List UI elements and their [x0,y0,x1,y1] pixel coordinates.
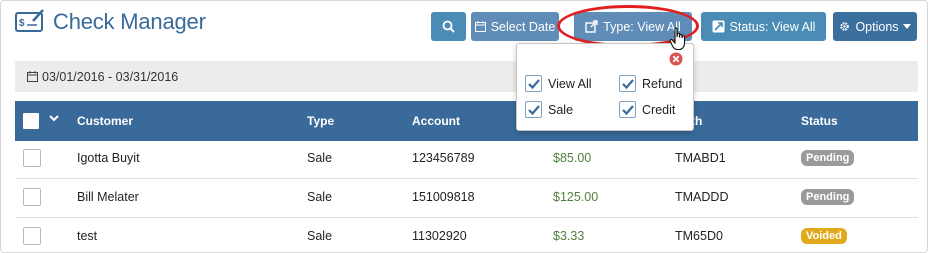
customer-cell: Igotta Buyit [77,151,140,165]
auth-cell: TM65D0 [675,229,723,243]
table-header: Customer Type Account Auth Status [15,101,918,141]
checkmark-icon [622,79,634,90]
select-date-label: Select Date [490,19,556,34]
table-row[interactable]: Igotta Buyit Sale 123456789 $85.00 TMABD… [15,140,918,179]
search-button[interactable] [431,12,466,41]
customer-cell: Bill Melater [77,190,139,204]
table-row[interactable]: test Sale 11302920 $3.33 TM65D0 Voided [15,218,918,252]
sale-checkbox[interactable] [525,101,542,118]
option-view-all[interactable]: View All [525,75,592,92]
table-row[interactable]: Bill Melater Sale 151009818 $125.00 TMAD… [15,179,918,218]
hand-cursor-icon [669,27,686,51]
column-header-customer[interactable]: Customer [77,114,133,128]
app-title: Check Manager [53,9,206,34]
status-badge: Pending [801,189,855,205]
checkmark-icon [528,105,540,116]
amount-cell: $125.00 [553,190,599,204]
type-cell: Sale [307,151,333,165]
option-label: Refund [642,76,683,91]
options-button[interactable]: Options [833,12,917,41]
row-checkbox[interactable] [23,149,41,167]
auth-cell: TMABD1 [675,151,726,165]
select-all-checkbox[interactable] [23,113,39,129]
checkmark-icon [528,79,540,90]
calendar-icon [474,21,486,32]
check-logo-icon: $ [15,9,44,32]
row-checkbox[interactable] [23,188,41,206]
date-range-bar[interactable]: 03/01/2016 - 03/31/2016 [15,61,918,92]
option-label: Credit [642,102,676,117]
option-credit[interactable]: Credit [619,101,675,118]
row-checkbox[interactable] [23,227,41,245]
status-badge: Pending [801,150,855,166]
account-cell: 151009818 [412,190,475,204]
search-icon [442,20,455,33]
credit-checkbox[interactable] [619,101,636,118]
chevron-down-icon[interactable] [48,112,60,124]
view-all-checkbox[interactable] [525,75,542,92]
option-label: View All [548,76,592,91]
type-cell: Sale [307,190,333,204]
account-cell: 123456789 [412,151,475,165]
status-cell: Voided [801,228,847,244]
option-label: Sale [548,102,574,117]
app-header: $ Check Manager [15,9,206,35]
check-manager-window: $ Check Manager Select Date Type: View A… [0,0,928,253]
column-header-type[interactable]: Type [307,114,334,128]
type-filter-popup: View All Refund Sale Credit [516,43,694,131]
status-badge: Voided [801,228,847,244]
select-date-button[interactable]: Select Date [471,12,559,41]
refund-checkbox[interactable] [619,75,636,92]
customer-cell: test [77,229,98,243]
close-icon[interactable] [669,52,683,66]
type-cell: Sale [307,229,333,243]
status-filter-label: Status: View All [729,19,816,34]
auth-cell: TMADDD [675,190,729,204]
amount-cell: $3.33 [553,229,585,243]
column-header-account[interactable]: Account [412,114,460,128]
amount-cell: $85.00 [553,151,592,165]
status-cell: Pending [801,150,855,166]
caret-down-icon [902,24,911,29]
checkmark-icon [622,105,634,116]
status-cell: Pending [801,189,855,205]
account-cell: 11302920 [412,229,467,243]
option-refund[interactable]: Refund [619,75,682,92]
column-header-status[interactable]: Status [801,114,838,128]
svg-text:$: $ [19,18,25,29]
status-icon [712,20,725,33]
date-range-text: 03/01/2016 - 03/31/2016 [42,69,179,84]
option-sale[interactable]: Sale [525,101,573,118]
options-label: Options [855,19,899,34]
status-filter-button[interactable]: Status: View All [701,12,826,41]
gear-icon [840,22,850,31]
calendar-icon [27,71,38,82]
